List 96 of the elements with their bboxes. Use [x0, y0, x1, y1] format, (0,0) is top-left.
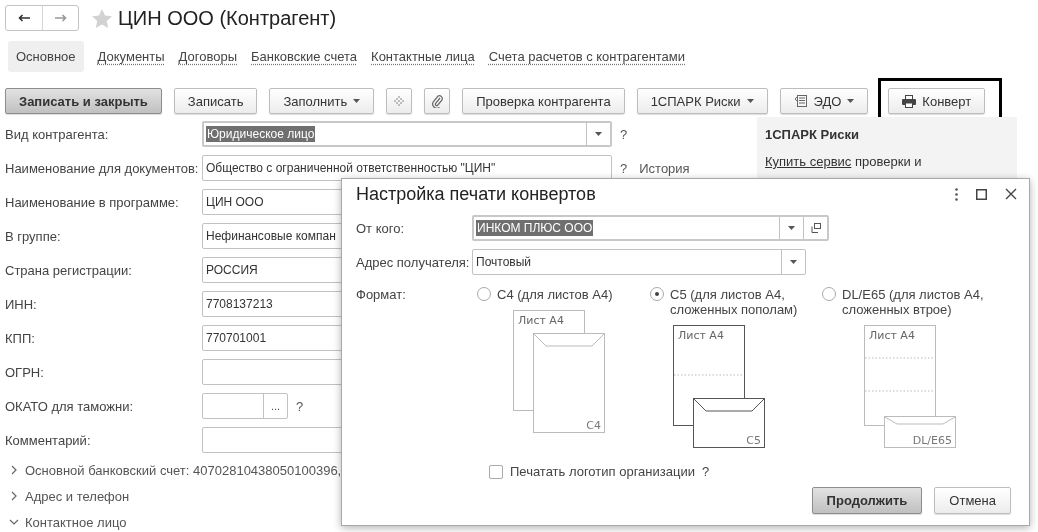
- history-link[interactable]: История: [639, 160, 690, 176]
- tab[interactable]: Договоры: [178, 40, 238, 72]
- field-label: ОКАТО для таможни:: [4, 398, 135, 414]
- paperclip-icon: [431, 94, 444, 108]
- envelope-label: C5: [746, 434, 761, 447]
- forward-arrow-icon: [54, 14, 67, 22]
- caret-icon: [746, 99, 754, 103]
- input-field[interactable]: Общество с ограниченной ответственностью "ЦИН": [202, 155, 612, 181]
- menu-button[interactable]: ЭДО: [779, 88, 869, 114]
- star-icon[interactable]: [92, 8, 112, 28]
- toolbar-icon-button[interactable]: [424, 88, 451, 114]
- select-field[interactable]: Почтовый: [472, 249, 806, 275]
- chevron-down-icon[interactable]: [9, 517, 19, 527]
- field-value: ИНКОМ ПЛЮС ООО: [476, 220, 594, 236]
- close-button[interactable]: [1003, 186, 1019, 202]
- caret-icon: [847, 99, 855, 103]
- field-value: Юридическое лицо: [206, 126, 316, 142]
- format-radio[interactable]: C5 (для листов А4, сложенных пополам): [650, 287, 800, 317]
- radio-circle[interactable]: [477, 287, 491, 301]
- field-value: РОССИЯ: [205, 263, 259, 277]
- panel-title: 1СПАРК Риски: [765, 127, 860, 142]
- format-radio[interactable]: DL/E65 (для листов А4, сложенных втрое): [822, 287, 1007, 317]
- more-icon: [955, 187, 958, 201]
- select-field[interactable]: Юридическое лицо: [202, 121, 612, 147]
- print-button[interactable]: Конверт: [888, 88, 986, 114]
- caret-icon: [788, 226, 795, 230]
- more-button[interactable]: [953, 185, 960, 203]
- field-label: ИНН:: [4, 296, 38, 312]
- window-title: ЦИН ООО (Контрагент): [118, 6, 337, 30]
- panel-text: Купить сервис проверки и: [765, 154, 923, 169]
- format-radio[interactable]: C4 (для листов А4): [477, 287, 627, 302]
- toolbar-button[interactable]: Проверка контрагента: [462, 88, 625, 114]
- envelope-drawing: [693, 398, 765, 448]
- choose-button[interactable]: ...: [263, 394, 287, 418]
- field-label: Страна регистрации:: [4, 262, 133, 278]
- tab[interactable]: Контактные лица: [371, 40, 475, 72]
- section-header[interactable]: Основной банковский счет: 40702810438050100396,: [25, 462, 342, 478]
- dot-grid-icon: [393, 96, 406, 106]
- cancel-button[interactable]: Отмена: [934, 487, 1011, 514]
- close-icon: [1005, 188, 1017, 200]
- document-lines-icon: [793, 94, 808, 108]
- tab[interactable]: Счета расчетов с контрагентами: [488, 40, 686, 72]
- field-value: Почтовый: [475, 255, 533, 269]
- maximize-button[interactable]: [974, 186, 989, 202]
- section-header[interactable]: Контактное лицо: [25, 514, 127, 530]
- sheet-label: Лист А4: [518, 314, 564, 327]
- tab[interactable]: Основное: [8, 40, 84, 72]
- field-label: Адрес получателя:: [356, 254, 471, 270]
- printer-icon: [902, 94, 917, 108]
- checkbox[interactable]: [489, 464, 503, 479]
- field-label: Вид контрагента:: [4, 126, 110, 142]
- caret-icon: [595, 132, 602, 136]
- sheet-label: Лист А4: [678, 329, 724, 342]
- tab[interactable]: Документы: [97, 40, 165, 72]
- open-window-icon: [810, 223, 821, 233]
- continue-button[interactable]: Продолжить: [811, 487, 923, 514]
- chevron-right-icon[interactable]: [9, 491, 19, 501]
- envelope-drawing: [884, 416, 956, 448]
- field-label: ОГРН:: [4, 364, 45, 380]
- select-field[interactable]: ИНКОМ ПЛЮС ООО: [472, 215, 829, 241]
- chevron-right-icon[interactable]: [9, 465, 19, 475]
- caret-icon: [790, 260, 797, 264]
- input-field[interactable]: ...: [202, 393, 288, 419]
- maximize-icon: [976, 188, 987, 200]
- help-mark[interactable]: ?: [701, 464, 710, 479]
- field-value: Общество с ограниченной ответственностью "ЦИН": [205, 161, 497, 175]
- field-label: Комментарий:: [4, 432, 92, 448]
- buy-service-link[interactable]: Купить сервис: [765, 154, 852, 169]
- field-value: ЦИН ООО: [205, 195, 265, 209]
- field-label: Наименование для документов:: [4, 160, 200, 176]
- field-label: Формат:: [356, 287, 407, 302]
- field-value: Нефинансовые компан: [205, 229, 337, 243]
- field-value: 7708137213: [205, 297, 274, 311]
- menu-button[interactable]: 1СПАРК Риски: [636, 88, 768, 114]
- field-label: От кого:: [356, 220, 406, 236]
- field-value: 770701001: [205, 331, 268, 345]
- checkbox-label[interactable]: Печатать логотип организации: [510, 464, 695, 479]
- help-mark[interactable]: ?: [620, 126, 628, 142]
- section-header[interactable]: Адрес и телефон: [25, 488, 130, 504]
- menu-button[interactable]: Заполнить: [269, 88, 375, 114]
- envelope-label: DL/E65: [912, 434, 952, 447]
- tab[interactable]: Банковские счета: [251, 40, 358, 72]
- sheet-label: Лист А4: [869, 329, 915, 342]
- caret-icon: [353, 99, 361, 103]
- back-arrow-icon: [18, 14, 30, 22]
- dialog-title: Настройка печати конвертов: [356, 183, 597, 205]
- help-mark[interactable]: ?: [620, 160, 628, 176]
- save-and-close-button[interactable]: Записать и закрыть: [5, 88, 162, 114]
- envelope-label: C4: [586, 419, 601, 432]
- help-mark[interactable]: ?: [296, 398, 304, 414]
- toolbar-button[interactable]: Записать: [173, 88, 258, 114]
- radio-circle[interactable]: [822, 287, 836, 301]
- field-label: Наименование в программе:: [4, 194, 180, 210]
- radio-circle[interactable]: [650, 287, 664, 301]
- field-label: В группе:: [4, 228, 62, 244]
- field-label: КПП:: [4, 330, 36, 346]
